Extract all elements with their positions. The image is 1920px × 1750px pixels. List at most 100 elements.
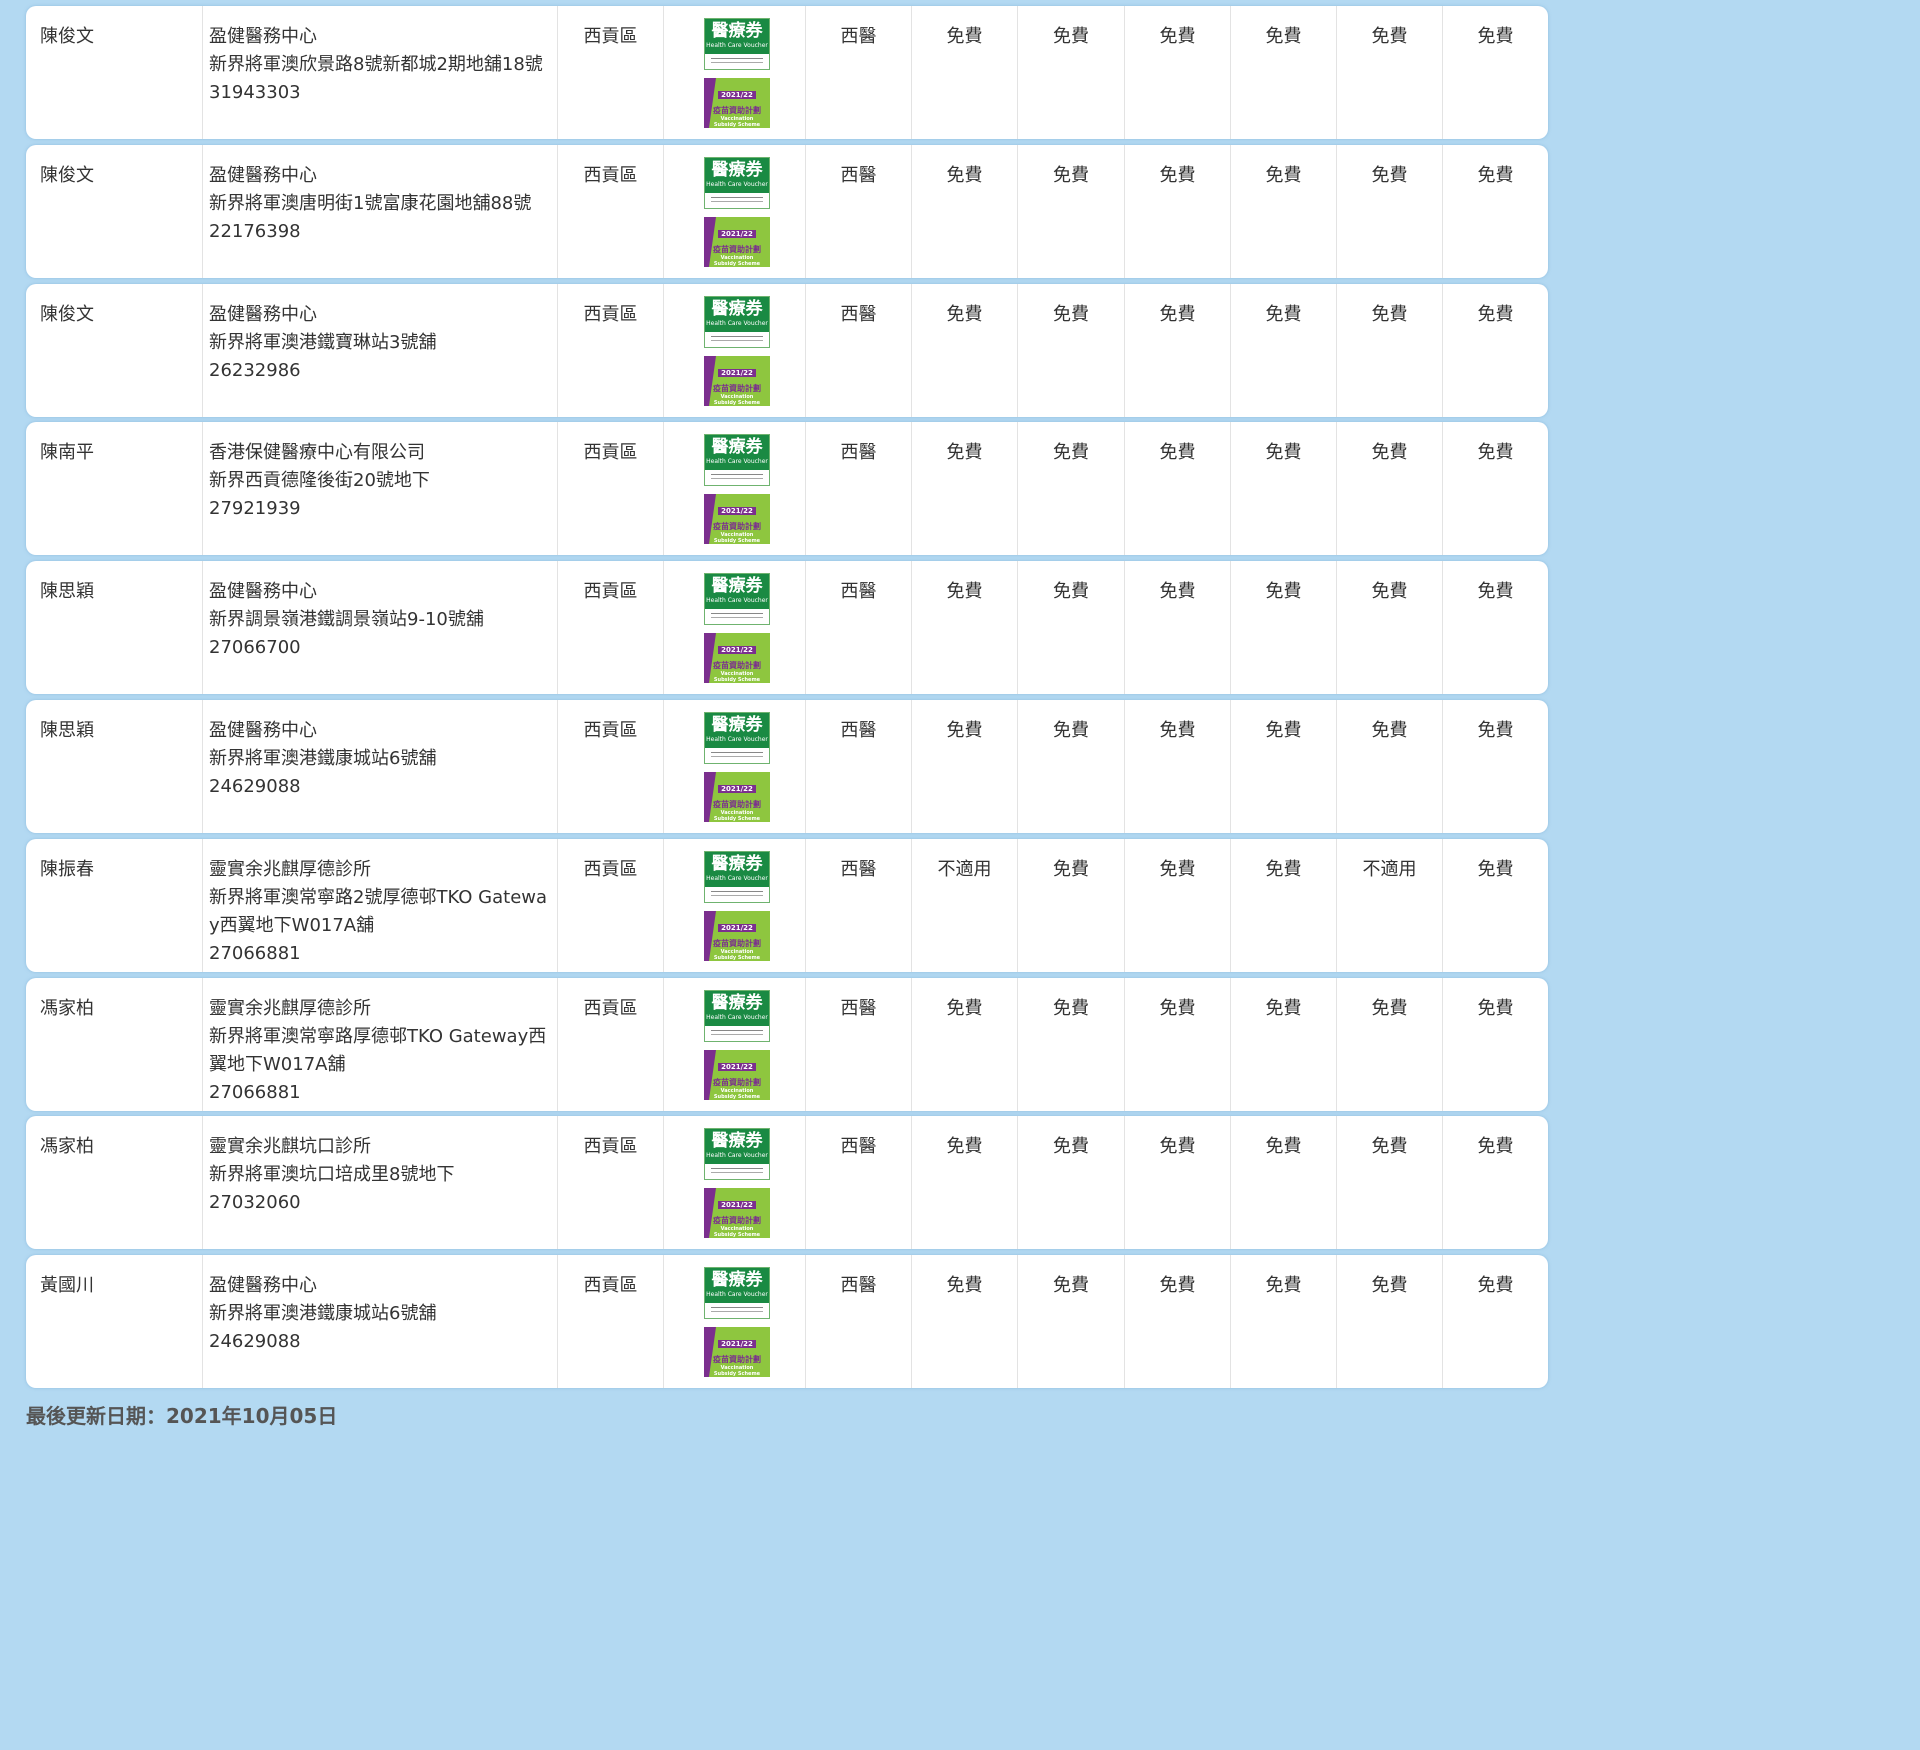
scheme-badges: 醫療券 Health Care Voucher 2021/22 疫苗資助計劃 Vacci… [664, 700, 806, 833]
doctor-name: 陳俊文 [26, 145, 203, 278]
clinic-name: 靈實余兆麒坑口診所 [209, 1136, 371, 1157]
practice-type: 西醫 [806, 1116, 912, 1249]
clinic-address: 新界西貢德隆後街20號地下 [209, 470, 430, 491]
clinic-address: 新界將軍澳港鐵康城站6號舖 [209, 1303, 437, 1324]
fee-cell: 免費 [1231, 422, 1337, 555]
last-updated-date: 最後更新日期：2021年10月05日 [26, 1404, 338, 1428]
vaccination-subsidy-scheme-logo: 2021/22 疫苗資助計劃 Vaccination Subsidy Scheme [704, 1050, 770, 1100]
vaccination-subsidy-scheme-logo: 2021/22 疫苗資助計劃 Vaccination Subsidy Scheme [704, 911, 770, 961]
fee-cell: 免費 [1337, 1255, 1443, 1388]
doctor-name: 陳思穎 [26, 700, 203, 833]
fee-cell: 免費 [1125, 978, 1231, 1111]
clinic-name: 靈實余兆麒厚德診所 [209, 859, 371, 880]
clinic-phone: 26232986 [209, 360, 301, 381]
clinic-info: 靈實余兆麒厚德診所 新界將軍澳常寧路2號厚德邨TKO Gateway西翼地下W01… [203, 839, 558, 972]
fee-cell: 免費 [1337, 284, 1443, 417]
fee-cell: 免費 [1337, 422, 1443, 555]
fee-cell: 免費 [1337, 561, 1443, 694]
fee-cell: 免費 [912, 561, 1018, 694]
health-care-voucher-logo: 醫療券 Health Care Voucher [704, 157, 770, 209]
fee-cell: 免費 [1231, 700, 1337, 833]
district: 西貢區 [558, 6, 664, 139]
fee-cell: 免費 [1477, 859, 1514, 880]
clinic-name: 盈健醫務中心 [209, 720, 317, 741]
table-row: 陳振春 靈實余兆麒厚德診所 新界將軍澳常寧路2號厚德邨TKO Gateway西翼地下… [26, 839, 1548, 972]
fee-cell: 免費 [912, 700, 1018, 833]
fee-cell: 免費 [1018, 1255, 1125, 1388]
health-care-voucher-logo: 醫療券 Health Care Voucher [704, 1267, 770, 1319]
doctor-name: 黃國川 [26, 1255, 203, 1388]
fee-cell: 免費 [1125, 6, 1231, 139]
fee-cell: 免費 [1231, 284, 1337, 417]
doctor-name: 馮家柏 [26, 978, 203, 1111]
clinic-info: 盈健醫務中心 新界調景嶺港鐵調景嶺站9-10號舖 27066700 [203, 561, 558, 694]
clinic-address: 新界將軍澳常寧路厚德邨TKO Gateway西翼地下W017A舖 [209, 1026, 547, 1075]
clinic-address: 新界將軍澳坑口培成里8號地下 [209, 1164, 455, 1185]
practice-type: 西醫 [806, 561, 912, 694]
fee-cell: 免費 [1018, 839, 1125, 972]
district: 西貢區 [558, 422, 664, 555]
clinic-info: 香港保健醫療中心有限公司 新界西貢德隆後街20號地下 27921939 [203, 422, 558, 555]
clinic-phone: 27032060 [209, 1192, 301, 1213]
fee-cell: 免費 [1231, 145, 1337, 278]
district: 西貢區 [558, 978, 664, 1111]
clinic-phone: 27066700 [209, 637, 301, 658]
scheme-badges: 醫療券 Health Care Voucher 2021/22 疫苗資助計劃 Vacci… [664, 6, 806, 139]
doctor-name: 陳振春 [26, 839, 203, 972]
practice-type: 西醫 [806, 700, 912, 833]
doctor-name: 陳俊文 [26, 6, 203, 139]
clinic-info: 盈健醫務中心 新界將軍澳港鐵康城站6號舖 24629088 [203, 700, 558, 833]
fee-cell: 免費 [1125, 1255, 1231, 1388]
fee-cell: 免費 [1018, 145, 1125, 278]
practice-type: 西醫 [806, 284, 912, 417]
fee-cell: 免費 [1018, 284, 1125, 417]
fee-cell: 免費 [1231, 839, 1337, 972]
table-row: 陳思穎 盈健醫務中心 新界調景嶺港鐵調景嶺站9-10號舖 27066700 西貢區 醫療券… [26, 561, 1548, 694]
fee-cell: 免費 [1477, 720, 1514, 741]
district: 西貢區 [558, 284, 664, 417]
fee-cell: 免費 [1125, 700, 1231, 833]
vaccination-subsidy-scheme-logo: 2021/22 疫苗資助計劃 Vaccination Subsidy Scheme [704, 217, 770, 267]
table-row: 陳俊文 盈健醫務中心 新界將軍澳欣景路8號新都城2期地舖18號 31943303 西貢區… [26, 6, 1548, 139]
fee-cell: 不適用 [1337, 839, 1443, 972]
table-row: 馮家柏 靈實余兆麒厚德診所新界將軍澳常寧路厚德邨TKO Gateway西翼地下W0… [26, 978, 1548, 1111]
health-care-voucher-logo: 醫療券 Health Care Voucher [704, 18, 770, 70]
clinic-info: 盈健醫務中心 新界將軍澳港鐵康城站6號舖 24629088 [203, 1255, 558, 1388]
fee-cell: 免費 [1018, 561, 1125, 694]
fee-cell: 免費 [1018, 6, 1125, 139]
clinic-phone: 27066881 [209, 943, 301, 964]
fee-cell: 免費 [1337, 1116, 1443, 1249]
practice-type: 西醫 [806, 145, 912, 278]
scheme-badges: 醫療券 Health Care Voucher 2021/22 疫苗資助計劃 Vacci… [664, 561, 806, 694]
district: 西貢區 [558, 839, 664, 972]
clinic-name: 靈實余兆麒厚德診所 [209, 998, 371, 1019]
fee-cell: 免費 [1477, 1275, 1514, 1296]
fee-cell: 免費 [1125, 284, 1231, 417]
practice-type: 西醫 [806, 1255, 912, 1388]
fee-cell: 免費 [1477, 998, 1514, 1019]
fee-cell: 免費 [912, 145, 1018, 278]
clinic-address: 新界將軍澳唐明街1號富康花園地舖88號 [209, 193, 532, 214]
district: 西貢區 [558, 561, 664, 694]
health-care-voucher-logo: 醫療券 Health Care Voucher [704, 1128, 770, 1180]
fee-cell: 免費 [1231, 1116, 1337, 1249]
fee-cell: 不適用 [912, 839, 1018, 972]
district: 西貢區 [558, 145, 664, 278]
fee-cell: 免費 [1337, 145, 1443, 278]
fee-cell: 免費 [1018, 978, 1125, 1111]
clinic-address: 新界將軍澳港鐵康城站6號舖 [209, 748, 437, 769]
health-care-voucher-logo: 醫療券 Health Care Voucher [704, 851, 770, 903]
vaccination-subsidy-scheme-logo: 2021/22 疫苗資助計劃 Vaccination Subsidy Scheme [704, 1188, 770, 1238]
practice-type: 西醫 [806, 6, 912, 139]
vaccination-subsidy-scheme-logo: 2021/22 疫苗資助計劃 Vaccination Subsidy Scheme [704, 633, 770, 683]
scheme-badges: 醫療券 Health Care Voucher 2021/22 疫苗資助計劃 Vacci… [664, 145, 806, 278]
fee-cell: 免費 [1477, 304, 1514, 325]
clinic-info: 盈健醫務中心 新界將軍澳唐明街1號富康花園地舖88號 22176398 [203, 145, 558, 278]
vaccination-subsidy-scheme-logo: 2021/22 疫苗資助計劃 Vaccination Subsidy Scheme [704, 494, 770, 544]
clinic-address: 新界將軍澳港鐵寶琳站3號舖 [209, 332, 437, 353]
vaccination-subsidy-scheme-logo: 2021/22 疫苗資助計劃 Vaccination Subsidy Scheme [704, 772, 770, 822]
clinic-info: 靈實余兆麒坑口診所新界將軍澳坑口培成里8號地下 27032060 [203, 1116, 558, 1249]
clinic-name: 盈健醫務中心 [209, 1275, 317, 1296]
clinic-name: 盈健醫務中心 [209, 304, 317, 325]
fee-cell: 免費 [1477, 1136, 1514, 1157]
